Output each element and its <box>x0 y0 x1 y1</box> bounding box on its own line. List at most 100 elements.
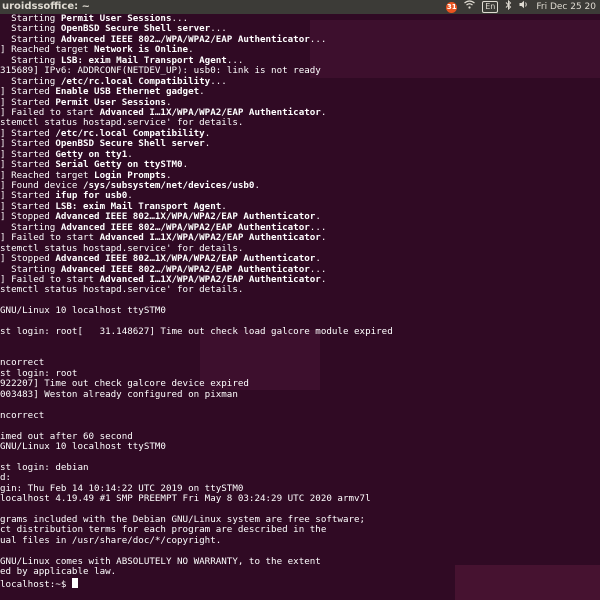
terminal-text: ] Started <box>0 127 56 139</box>
terminal-text: . <box>127 148 133 160</box>
terminal-bold-text: Advanced IEEE 802…1X/WPA/WPA2/EAP Authen… <box>55 211 316 223</box>
terminal-text: ] Started <box>0 190 56 202</box>
terminal-text: . <box>315 211 321 223</box>
terminal-bold-text: LSB: exim Mail Transport Agent <box>60 54 227 66</box>
terminal-text: ] Stopped <box>0 211 56 223</box>
bluetooth-icon[interactable] <box>505 0 512 15</box>
terminal-text: localhost 4.19.49 #1 SMP PREEMPT Fri May… <box>0 493 371 505</box>
terminal-bold-text: Getty on tty1 <box>55 148 128 160</box>
terminal-bold-text: Advanced I…1X/WPA/WPA2/EAP Authenticator <box>99 232 321 244</box>
terminal-bold-text: ifup for usb0 <box>55 190 128 202</box>
terminal-text: . <box>320 232 327 244</box>
terminal-text: Starting <box>0 221 61 233</box>
terminal-text: ... <box>210 75 227 87</box>
terminal-text: 315689] IPv6: ADDRCONF(NETDEV_UP): usb0:… <box>0 65 321 77</box>
terminal-text: . <box>199 86 205 98</box>
terminal-bold-text: Advanced IEEE 802…/WPA/WPA2/EAP Authenti… <box>60 33 310 45</box>
terminal-line: GNU/Linux 10 localhost ttySTM0 <box>0 440 393 452</box>
terminal-bold-text: Network is Online <box>94 44 189 56</box>
terminal-text: ] Found device <box>0 180 83 191</box>
terminal-line: localhost 4.19.49 #1 SMP PREEMPT Fri May… <box>0 493 393 505</box>
wifi-icon[interactable] <box>464 0 476 14</box>
terminal-text: ] Started <box>0 96 56 108</box>
terminal-bold-text: Advanced I…1X/WPA/WPA2/EAP Authenticator <box>99 273 321 285</box>
terminal-line: ed by applicable law. <box>0 566 393 578</box>
terminal-bold-text: Login Prompts <box>94 169 166 181</box>
volume-icon[interactable] <box>519 0 529 14</box>
terminal-bold-text: /etc/rc.local Compatibility <box>60 75 211 87</box>
terminal-text: imed out after 60 second <box>0 430 133 442</box>
terminal-bold-text: Serial Getty on ttySTM0 <box>55 159 183 171</box>
terminal-line: st login: debian <box>0 461 393 473</box>
terminal-line: st login: root[ 31.148627] Time out chec… <box>0 326 393 338</box>
desktop-screen: uroidssoffice: ~ 31 En Fri Dec 25 20 Sta… <box>0 0 600 600</box>
terminal-text: stemctl status hostapd.service' for deta… <box>0 242 244 254</box>
window-title: uroidssoffice: ~ <box>2 1 91 12</box>
terminal-text: 922207] Time out check galcore device ex… <box>0 378 249 390</box>
terminal-text: . <box>254 180 261 191</box>
terminal-cursor <box>71 577 78 588</box>
terminal-text: ual files in /usr/share/doc/*/copyright. <box>0 534 222 546</box>
chrome-icon[interactable]: 31 <box>446 1 458 13</box>
terminal-text: st login: debian <box>0 461 89 473</box>
terminal-text: ... <box>309 33 327 45</box>
top-panel: uroidssoffice: ~ 31 En Fri Dec 25 20 <box>0 0 600 14</box>
terminal-text: . <box>320 273 327 285</box>
terminal-bold-text: OpenBSD Secure Shell server <box>60 23 211 35</box>
terminal-text: 003483] Weston already configured on pix… <box>0 388 238 400</box>
terminal-text: st login: root <box>0 367 78 379</box>
terminal-text: GNU/Linux 10 localhost ttySTM0 <box>0 440 166 452</box>
terminal-text: ] Stopped <box>0 253 56 265</box>
terminal-text: stemctl status hostapd.service' for deta… <box>0 117 244 129</box>
terminal-bold-text: /etc/rc.local Compatibility <box>55 127 205 139</box>
terminal-line: ual files in /usr/share/doc/*/copyright. <box>0 534 393 546</box>
terminal-text: ] Reached target <box>0 169 95 181</box>
terminal-text: Starting <box>0 33 61 45</box>
terminal-text: ncorrect <box>0 357 45 369</box>
clock[interactable]: Fri Dec 25 20 <box>536 0 596 14</box>
terminal-line: stemctl status hostapd.service' for deta… <box>0 285 393 295</box>
terminal-text: ] Failed to start <box>0 232 100 244</box>
terminal-text: Starting <box>0 263 61 275</box>
terminal-bold-text: Advanced I…1X/WPA/WPA2/EAP Authenticator <box>99 106 321 118</box>
terminal-line: localhost:~$ <box>0 577 393 590</box>
terminal-bold-text: Advanced IEEE 802…/WPA/WPA2/EAP Authenti… <box>60 263 310 275</box>
terminal-window[interactable]: Starting Permit User Sessions... Startin… <box>0 14 600 600</box>
terminal-text: st login: root[ 31.148627] Time out chec… <box>0 326 393 338</box>
terminal-text: GNU/Linux comes with ABSOLUTELY NO WARRA… <box>0 555 321 567</box>
terminal-text: . <box>221 200 227 212</box>
terminal-output: Starting Permit User Sessions... Startin… <box>0 14 393 590</box>
terminal-bold-text: LSB: exim Mail Transport Agent <box>55 200 222 212</box>
terminal-text: . <box>165 169 172 181</box>
terminal-line: ncorrect <box>0 409 393 421</box>
terminal-text: ct distribution terms for each program a… <box>0 524 327 536</box>
terminal-text: Starting <box>0 75 61 87</box>
terminal-text: ... <box>309 263 327 275</box>
terminal-text: grams included with the Debian GNU/Linux… <box>0 514 366 525</box>
terminal-text: ] Failed to start <box>0 273 100 285</box>
terminal-text: . <box>204 138 211 150</box>
terminal-bold-text: Enable USB Ethernet gadget <box>55 86 200 98</box>
terminal-text: localhost:~$ <box>0 578 72 590</box>
terminal-bold-text: Permit User Sessions <box>55 96 166 108</box>
terminal-text: . <box>165 96 172 108</box>
terminal-bold-text: Advanced IEEE 802…/WPA/WPA2/EAP Authenti… <box>60 221 310 233</box>
terminal-text: . <box>320 106 327 118</box>
terminal-text: . <box>315 253 321 265</box>
terminal-text: stemctl status hostapd.service' for deta… <box>0 284 244 296</box>
terminal-text: ed by applicable law. <box>0 566 117 578</box>
terminal-bold-text: Advanced IEEE 802…1X/WPA/WPA2/EAP Authen… <box>55 253 316 265</box>
terminal-text: . <box>204 127 211 139</box>
terminal-text: ] Started <box>0 159 56 171</box>
terminal-text: gin: Thu Feb 14 10:14:22 UTC 2019 on tty… <box>0 482 244 494</box>
terminal-text: ncorrect <box>0 409 45 421</box>
keyboard-language-icon[interactable]: En <box>482 1 499 13</box>
terminal-text: GNU/Linux 10 localhost ttySTM0 <box>0 305 166 317</box>
terminal-text: ] Started <box>0 200 56 212</box>
terminal-line: GNU/Linux 10 localhost ttySTM0 <box>0 306 393 316</box>
terminal-text: Starting <box>0 54 61 66</box>
terminal-text: ... <box>226 54 244 66</box>
terminal-text: ] Failed to start <box>0 106 100 118</box>
